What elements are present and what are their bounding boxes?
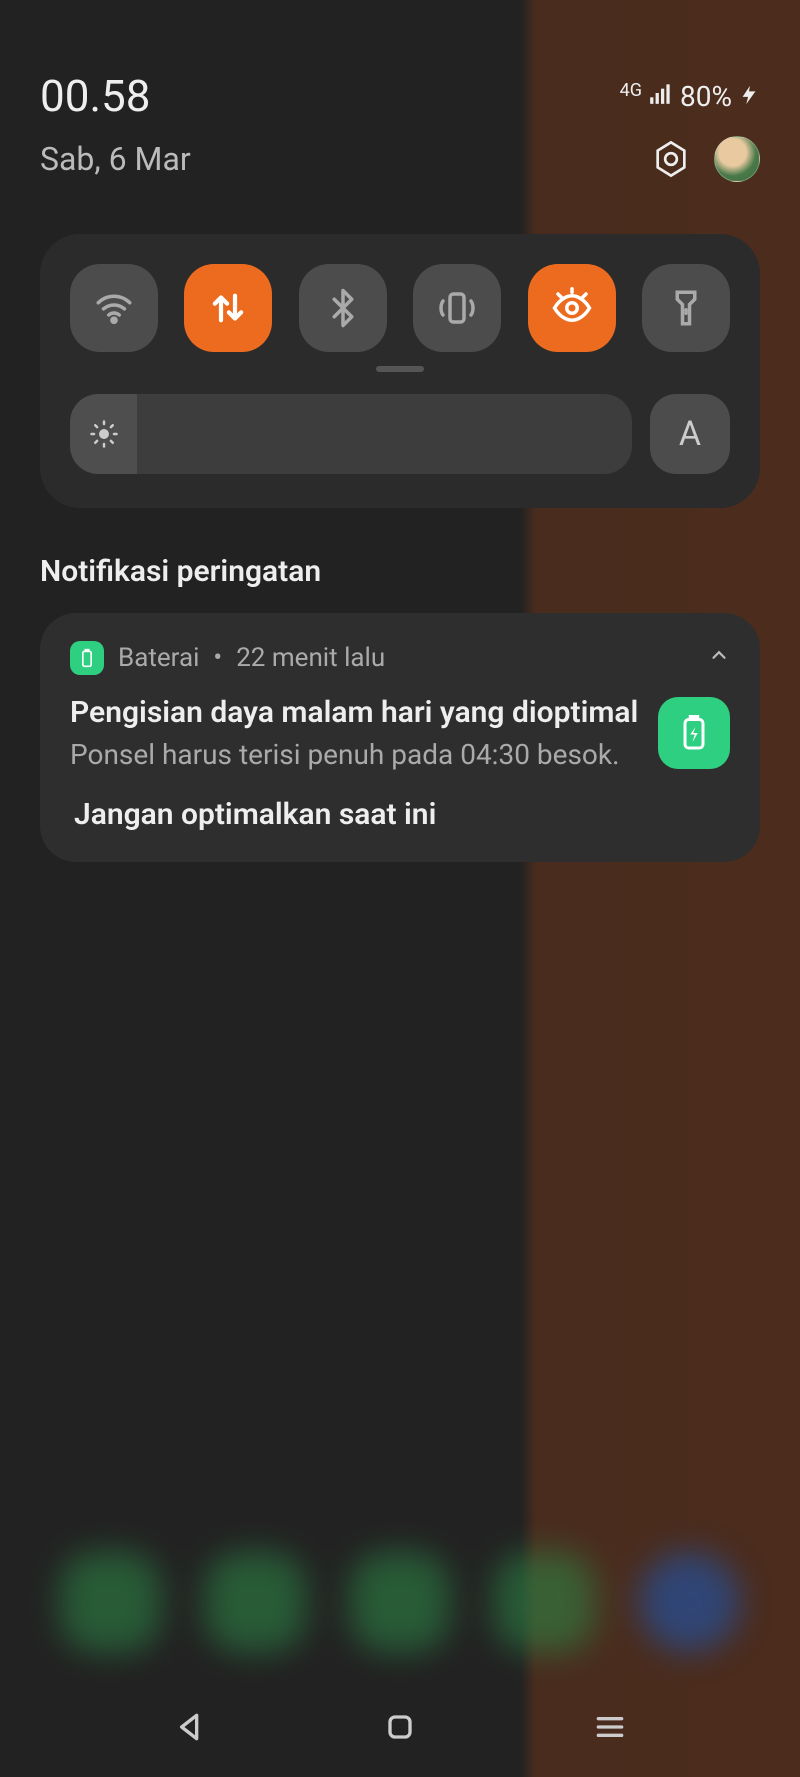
nav-recent-button[interactable] [590, 1707, 630, 1751]
notification-shade[interactable]: 00.58 4G 80% Sab, 6 Mar [0, 0, 800, 1777]
separator-dot: • [213, 643, 222, 673]
gear-icon [651, 139, 691, 179]
auto-brightness-toggle[interactable]: A [650, 394, 730, 474]
network-type-label: 4G [620, 80, 642, 101]
notifications-section-title: Notifikasi peringatan [40, 554, 760, 589]
charging-icon [738, 80, 760, 113]
battery-charging-icon [658, 697, 730, 769]
status-row: 00.58 4G 80% [40, 70, 760, 122]
profile-avatar[interactable] [714, 136, 760, 182]
recent-lines-icon [590, 1707, 630, 1747]
qs-flashlight-toggle[interactable] [642, 264, 730, 352]
notification-header: Baterai • 22 menit lalu [70, 641, 730, 675]
date-text: Sab, 6 Mar [40, 140, 191, 178]
qs-mobile-data-toggle[interactable] [184, 264, 272, 352]
nav-home-button[interactable] [380, 1707, 420, 1751]
notification-message: Ponsel harus terisi penuh pada 04:30 bes… [70, 738, 638, 771]
qs-bluetooth-toggle[interactable] [299, 264, 387, 352]
date-row: Sab, 6 Mar [40, 136, 760, 182]
eye-icon [551, 287, 593, 329]
qs-eye-comfort-toggle[interactable] [528, 264, 616, 352]
auto-brightness-label: A [679, 414, 701, 454]
brightness-icon [89, 419, 119, 449]
qs-expand-handle[interactable] [376, 366, 424, 372]
brightness-slider[interactable] [70, 394, 632, 474]
notification-title: Pengisian daya malam hari yang dioptimal… [70, 695, 638, 730]
wifi-icon [93, 287, 135, 329]
signal-icon [648, 80, 674, 113]
clock-time: 00.58 [40, 70, 151, 122]
status-icons: 4G 80% [620, 80, 760, 113]
quick-settings-panel: A [40, 234, 760, 508]
chevron-up-icon [708, 644, 730, 666]
system-nav-bar [0, 1707, 800, 1751]
battery-app-icon [70, 641, 104, 675]
notification-timestamp: 22 menit lalu [236, 643, 385, 673]
mobile-data-icon [207, 287, 249, 329]
flashlight-icon [665, 287, 707, 329]
notification-app-name: Baterai [118, 643, 199, 673]
notification-action-button[interactable]: Jangan optimalkan saat ini [70, 797, 730, 832]
home-square-icon [380, 1707, 420, 1747]
notification-card[interactable]: Baterai • 22 menit lalu Pengisian daya m… [40, 613, 760, 862]
nav-back-button[interactable] [170, 1707, 210, 1751]
notification-collapse-button[interactable] [708, 643, 730, 673]
battery-percent: 80% [680, 80, 732, 113]
settings-button[interactable] [650, 138, 692, 180]
bluetooth-icon [322, 287, 364, 329]
qs-vibrate-toggle[interactable] [413, 264, 501, 352]
qs-wifi-toggle[interactable] [70, 264, 158, 352]
back-triangle-icon [170, 1707, 210, 1747]
quick-settings-row [70, 264, 730, 352]
vibrate-icon [436, 287, 478, 329]
